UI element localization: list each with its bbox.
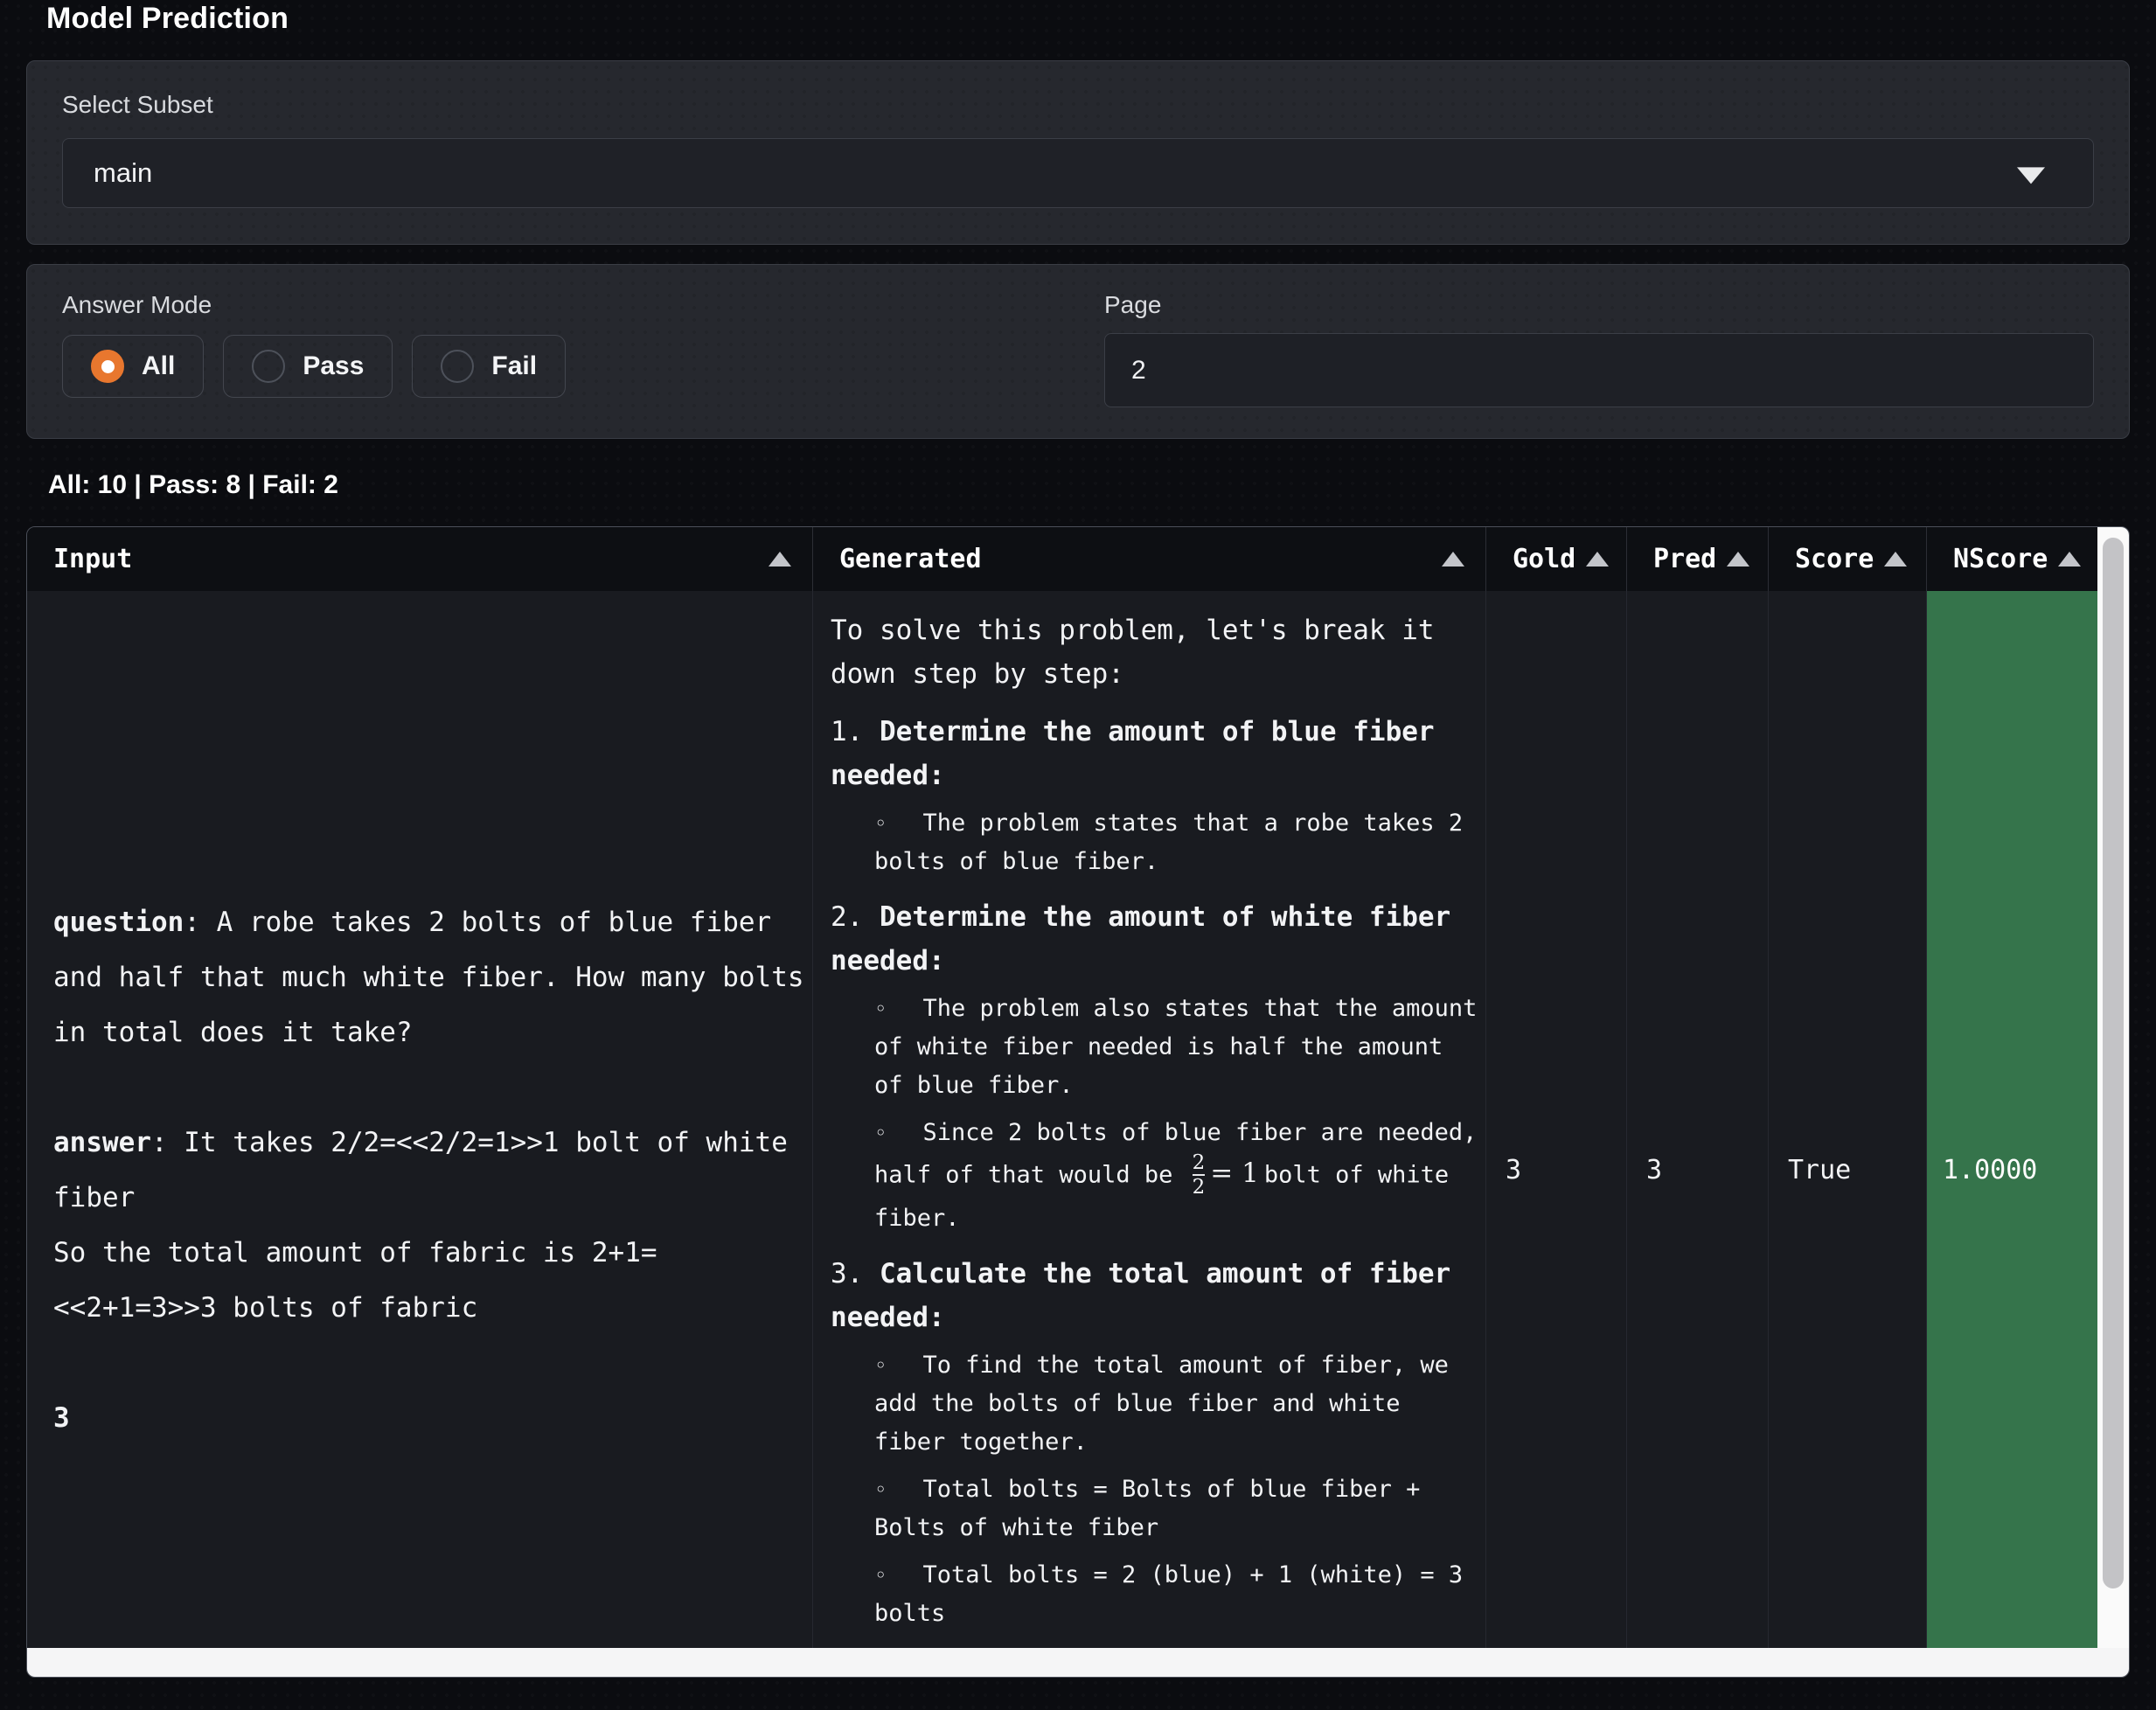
step-number: 3. bbox=[831, 1258, 880, 1289]
column-header-pred-label: Pred bbox=[1653, 544, 1716, 574]
radio-option-all[interactable]: All bbox=[62, 335, 204, 398]
step-number: 2. bbox=[831, 901, 880, 933]
column-header-input[interactable]: Input bbox=[27, 527, 813, 591]
generated-bullet: ◦Total bolts = Bolts of blue fiber + Bol… bbox=[831, 1470, 1478, 1547]
page-label: Page bbox=[1104, 291, 2094, 319]
input-cell-text: question: A robe takes 2 bolts of blue f… bbox=[53, 895, 804, 1446]
question-label: question bbox=[53, 907, 184, 938]
gold-value: 3 bbox=[1506, 1155, 1521, 1185]
chevron-down-icon bbox=[2017, 167, 2045, 184]
subset-label: Select Subset bbox=[62, 91, 2094, 119]
answer-text: : It takes 2/2=<<2/2=1>>1 bolt of white … bbox=[53, 1127, 804, 1324]
results-table: Input Generated Gold Pred Score NScore bbox=[26, 526, 2130, 1678]
generated-bullet-fraction: ◦Since 2 bolts of blue fiber are needed,… bbox=[831, 1114, 1478, 1238]
circle-bullet-icon: ◦ bbox=[874, 997, 887, 1021]
circle-bullet-icon: ◦ bbox=[874, 1477, 887, 1502]
circle-bullet-icon: ◦ bbox=[874, 1353, 887, 1378]
fraction-numerator: 2 bbox=[1193, 1152, 1206, 1174]
sort-asc-icon bbox=[1586, 552, 1609, 567]
column-header-nscore-label: NScore bbox=[1953, 544, 2048, 574]
generated-step-1: 1. Determine the amount of blue fiber ne… bbox=[831, 710, 1478, 797]
bullet-text: Total bolts = 2 (blue) + 1 (white) = 3 b… bbox=[874, 1561, 1463, 1627]
radio-option-pass-label: Pass bbox=[303, 351, 364, 381]
generated-bullet: ◦To find the total amount of fiber, we a… bbox=[831, 1346, 1478, 1462]
generated-bullet: ◦The problem also states that the amount… bbox=[831, 990, 1478, 1105]
generated-intro: To solve this problem, let's break it do… bbox=[831, 608, 1478, 696]
bullet-text: The problem states that a robe takes 2 b… bbox=[874, 810, 1463, 875]
radio-unselected-icon bbox=[252, 350, 285, 383]
column-header-pred[interactable]: Pred bbox=[1627, 527, 1769, 591]
page-title: Model Prediction bbox=[46, 2, 2130, 36]
bullet-text: To find the total amount of fiber, we ad… bbox=[874, 1352, 1449, 1456]
score-value: True bbox=[1788, 1155, 1851, 1185]
page-field-group: Page bbox=[1104, 291, 2094, 438]
column-header-gold[interactable]: Gold bbox=[1486, 527, 1627, 591]
column-header-generated-label: Generated bbox=[839, 544, 982, 574]
subset-dropdown-value: main bbox=[94, 157, 152, 189]
horizontal-scrollbar[interactable] bbox=[27, 1648, 2129, 1677]
circle-bullet-icon: ◦ bbox=[874, 1121, 887, 1145]
pred-value: 3 bbox=[1646, 1155, 1662, 1185]
step-title: Determine the amount of blue fiber neede… bbox=[831, 716, 1435, 791]
bullet-text: The problem also states that the amount … bbox=[874, 995, 1477, 1099]
sort-asc-icon bbox=[769, 552, 791, 567]
radio-unselected-icon bbox=[441, 350, 474, 383]
answer-mode-options: All Pass Fail bbox=[62, 335, 1052, 398]
cell-input[interactable]: question: A robe takes 2 bolts of blue f… bbox=[27, 591, 813, 1648]
column-header-gold-label: Gold bbox=[1513, 544, 1575, 574]
cell-pred[interactable]: 3 bbox=[1627, 591, 1769, 1648]
column-header-nscore[interactable]: NScore bbox=[1927, 527, 2098, 591]
answer-mode-label: Answer Mode bbox=[62, 291, 1052, 319]
cell-generated[interactable]: To solve this problem, let's break it do… bbox=[813, 591, 1486, 1648]
radio-selected-icon bbox=[91, 350, 124, 383]
radio-option-fail[interactable]: Fail bbox=[412, 335, 566, 398]
table-header-row: Input Generated Gold Pred Score NScore bbox=[27, 527, 2098, 591]
generated-step-2: 2. Determine the amount of white fiber n… bbox=[831, 895, 1478, 983]
subset-panel: Select Subset main bbox=[26, 60, 2130, 245]
radio-dot-icon bbox=[101, 360, 115, 373]
page-input[interactable] bbox=[1104, 333, 2094, 407]
nscore-value: 1.0000 bbox=[1943, 1155, 2037, 1185]
cell-gold[interactable]: 3 bbox=[1486, 591, 1627, 1648]
step-title: Determine the amount of white fiber need… bbox=[831, 901, 1450, 977]
status-counts: All: 10 | Pass: 8 | Fail: 2 bbox=[48, 470, 2130, 500]
generated-bullet: ◦Total bolts = 2 (blue) + 1 (white) = 3 … bbox=[831, 1556, 1478, 1633]
generated-step-3: 3. Calculate the total amount of fiber n… bbox=[831, 1252, 1478, 1339]
model-prediction-page: Model Prediction Select Subset main Answ… bbox=[0, 0, 2156, 1678]
circle-bullet-icon: ◦ bbox=[874, 811, 887, 836]
column-header-input-label: Input bbox=[53, 544, 132, 574]
fraction-denominator: 2 bbox=[1193, 1174, 1206, 1199]
column-header-generated[interactable]: Generated bbox=[813, 527, 1486, 591]
answer-label: answer bbox=[53, 1127, 151, 1158]
answer-mode-group: Answer Mode All Pass Fail bbox=[62, 291, 1052, 438]
step-title: Calculate the total amount of fiber need… bbox=[831, 1258, 1450, 1333]
bullet-text: Total bolts = Bolts of blue fiber + Bolt… bbox=[874, 1476, 1420, 1541]
sort-asc-icon bbox=[2058, 552, 2081, 567]
column-header-score[interactable]: Score bbox=[1769, 527, 1927, 591]
step-number: 1. bbox=[831, 716, 880, 747]
controls-panel: Answer Mode All Pass Fail Page bbox=[26, 264, 2130, 439]
column-header-score-label: Score bbox=[1795, 544, 1874, 574]
sort-asc-icon bbox=[1727, 552, 1749, 567]
circle-bullet-icon: ◦ bbox=[874, 1563, 887, 1588]
radio-option-all-label: All bbox=[142, 351, 175, 381]
radio-option-fail-label: Fail bbox=[491, 351, 537, 381]
math-fraction: 22 bbox=[1193, 1152, 1206, 1199]
vertical-scrollbar[interactable] bbox=[2097, 527, 2129, 1648]
radio-option-pass[interactable]: Pass bbox=[223, 335, 393, 398]
cell-score[interactable]: True bbox=[1769, 591, 1927, 1648]
math-equals: = 1 bbox=[1210, 1157, 1259, 1189]
vertical-scrollbar-thumb[interactable] bbox=[2103, 538, 2124, 1588]
final-answer: 3 bbox=[53, 1402, 70, 1434]
subset-dropdown[interactable]: main bbox=[62, 138, 2094, 208]
sort-asc-icon bbox=[1884, 552, 1907, 567]
table-row: question: A robe takes 2 bolts of blue f… bbox=[27, 591, 2098, 1648]
sort-asc-icon bbox=[1442, 552, 1464, 567]
cell-nscore[interactable]: 1.0000 bbox=[1927, 591, 2098, 1648]
generated-bullet: ◦The problem states that a robe takes 2 … bbox=[831, 804, 1478, 881]
